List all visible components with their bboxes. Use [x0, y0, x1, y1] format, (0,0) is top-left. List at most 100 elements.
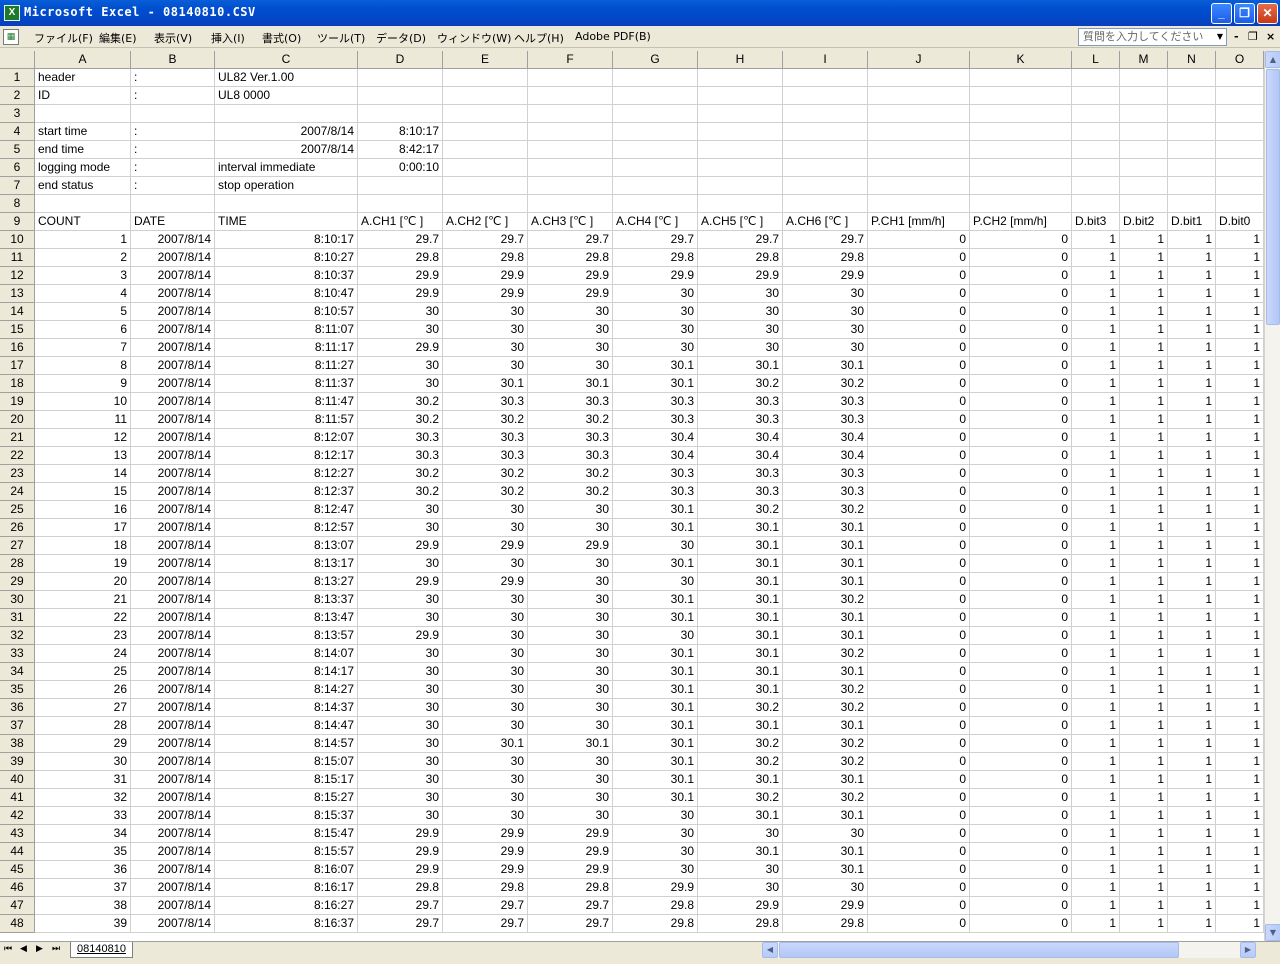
row-header[interactable]: 35: [0, 681, 35, 699]
cell-d41[interactable]: 30: [358, 789, 443, 807]
cell-j29[interactable]: 0: [868, 573, 970, 591]
cell-l14[interactable]: 1: [1072, 303, 1120, 321]
cell-m28[interactable]: 1: [1120, 555, 1168, 573]
cell-k30[interactable]: 0: [970, 591, 1072, 609]
cell-a13[interactable]: 4: [35, 285, 131, 303]
row-header[interactable]: 3: [0, 105, 35, 123]
cell-o20[interactable]: 1: [1216, 411, 1264, 429]
cell-c36[interactable]: 8:14:37: [215, 699, 358, 717]
cell-n10[interactable]: 1: [1168, 231, 1216, 249]
cell-h40[interactable]: 30.1: [698, 771, 783, 789]
cell-g10[interactable]: 29.7: [613, 231, 698, 249]
cell-m25[interactable]: 1: [1120, 501, 1168, 519]
row-header[interactable]: 8: [0, 195, 35, 213]
cell-n38[interactable]: 1: [1168, 735, 1216, 753]
cell-e42[interactable]: 30: [443, 807, 528, 825]
cell-d25[interactable]: 30: [358, 501, 443, 519]
cell-c48[interactable]: 8:16:37: [215, 915, 358, 933]
cell-i27[interactable]: 30.1: [783, 537, 868, 555]
cell-g19[interactable]: 30.3: [613, 393, 698, 411]
cell-d37[interactable]: 30: [358, 717, 443, 735]
cell-c7[interactable]: stop operation: [215, 177, 358, 195]
cell-o21[interactable]: 1: [1216, 429, 1264, 447]
cell-b5[interactable]: :: [131, 141, 215, 159]
cell-g11[interactable]: 29.8: [613, 249, 698, 267]
cell-b35[interactable]: 2007/8/14: [131, 681, 215, 699]
cell-b37[interactable]: 2007/8/14: [131, 717, 215, 735]
cell-i41[interactable]: 30.2: [783, 789, 868, 807]
cell-g25[interactable]: 30.1: [613, 501, 698, 519]
cell-k34[interactable]: 0: [970, 663, 1072, 681]
cell-l13[interactable]: 1: [1072, 285, 1120, 303]
row-header[interactable]: 13: [0, 285, 35, 303]
cell-m14[interactable]: 1: [1120, 303, 1168, 321]
cell-o1[interactable]: [1216, 69, 1264, 87]
cell-l9[interactable]: D.bit3: [1072, 213, 1120, 231]
cell-f44[interactable]: 29.9: [528, 843, 613, 861]
cell-f15[interactable]: 30: [528, 321, 613, 339]
cell-l7[interactable]: [1072, 177, 1120, 195]
cell-g20[interactable]: 30.3: [613, 411, 698, 429]
cell-g1[interactable]: [613, 69, 698, 87]
workbook-icon[interactable]: ▦: [3, 29, 19, 45]
cell-d4[interactable]: 8:10:17: [358, 123, 443, 141]
cell-o44[interactable]: 1: [1216, 843, 1264, 861]
cell-j48[interactable]: 0: [868, 915, 970, 933]
cell-f41[interactable]: 30: [528, 789, 613, 807]
row-header[interactable]: 47: [0, 897, 35, 915]
column-header-o[interactable]: O: [1216, 51, 1264, 69]
cell-e32[interactable]: 30: [443, 627, 528, 645]
cell-j12[interactable]: 0: [868, 267, 970, 285]
cell-b41[interactable]: 2007/8/14: [131, 789, 215, 807]
cell-o8[interactable]: [1216, 195, 1264, 213]
cell-n17[interactable]: 1: [1168, 357, 1216, 375]
cell-e16[interactable]: 30: [443, 339, 528, 357]
cell-n6[interactable]: [1168, 159, 1216, 177]
cell-i34[interactable]: 30.1: [783, 663, 868, 681]
cell-c34[interactable]: 8:14:17: [215, 663, 358, 681]
cell-b34[interactable]: 2007/8/14: [131, 663, 215, 681]
cell-g29[interactable]: 30: [613, 573, 698, 591]
cell-j38[interactable]: 0: [868, 735, 970, 753]
cell-m5[interactable]: [1120, 141, 1168, 159]
cell-h46[interactable]: 30: [698, 879, 783, 897]
cell-o9[interactable]: D.bit0: [1216, 213, 1264, 231]
cell-e2[interactable]: [443, 87, 528, 105]
cell-m34[interactable]: 1: [1120, 663, 1168, 681]
cell-e6[interactable]: [443, 159, 528, 177]
help-search-input[interactable]: 質問を入力してください ▼: [1078, 28, 1227, 46]
cell-g14[interactable]: 30: [613, 303, 698, 321]
cell-a16[interactable]: 7: [35, 339, 131, 357]
cell-n12[interactable]: 1: [1168, 267, 1216, 285]
cell-o29[interactable]: 1: [1216, 573, 1264, 591]
cell-n15[interactable]: 1: [1168, 321, 1216, 339]
cell-a47[interactable]: 38: [35, 897, 131, 915]
cell-a15[interactable]: 6: [35, 321, 131, 339]
cell-g47[interactable]: 29.8: [613, 897, 698, 915]
cell-c30[interactable]: 8:13:37: [215, 591, 358, 609]
row-header[interactable]: 19: [0, 393, 35, 411]
cell-c8[interactable]: [215, 195, 358, 213]
cell-g37[interactable]: 30.1: [613, 717, 698, 735]
cell-g13[interactable]: 30: [613, 285, 698, 303]
cell-c40[interactable]: 8:15:17: [215, 771, 358, 789]
scroll-up-icon[interactable]: ▲: [1265, 51, 1280, 68]
cell-d24[interactable]: 30.2: [358, 483, 443, 501]
cell-k15[interactable]: 0: [970, 321, 1072, 339]
cell-a45[interactable]: 36: [35, 861, 131, 879]
cell-h24[interactable]: 30.3: [698, 483, 783, 501]
cell-e8[interactable]: [443, 195, 528, 213]
cell-o12[interactable]: 1: [1216, 267, 1264, 285]
cell-n14[interactable]: 1: [1168, 303, 1216, 321]
cell-f11[interactable]: 29.8: [528, 249, 613, 267]
menu-item[interactable]: データ(D): [376, 30, 426, 46]
cell-d11[interactable]: 29.8: [358, 249, 443, 267]
cell-h26[interactable]: 30.1: [698, 519, 783, 537]
cell-i20[interactable]: 30.3: [783, 411, 868, 429]
cell-d39[interactable]: 30: [358, 753, 443, 771]
cell-i6[interactable]: [783, 159, 868, 177]
vertical-scroll-thumb[interactable]: [1266, 69, 1280, 325]
cell-j37[interactable]: 0: [868, 717, 970, 735]
cell-g26[interactable]: 30.1: [613, 519, 698, 537]
cell-e46[interactable]: 29.8: [443, 879, 528, 897]
